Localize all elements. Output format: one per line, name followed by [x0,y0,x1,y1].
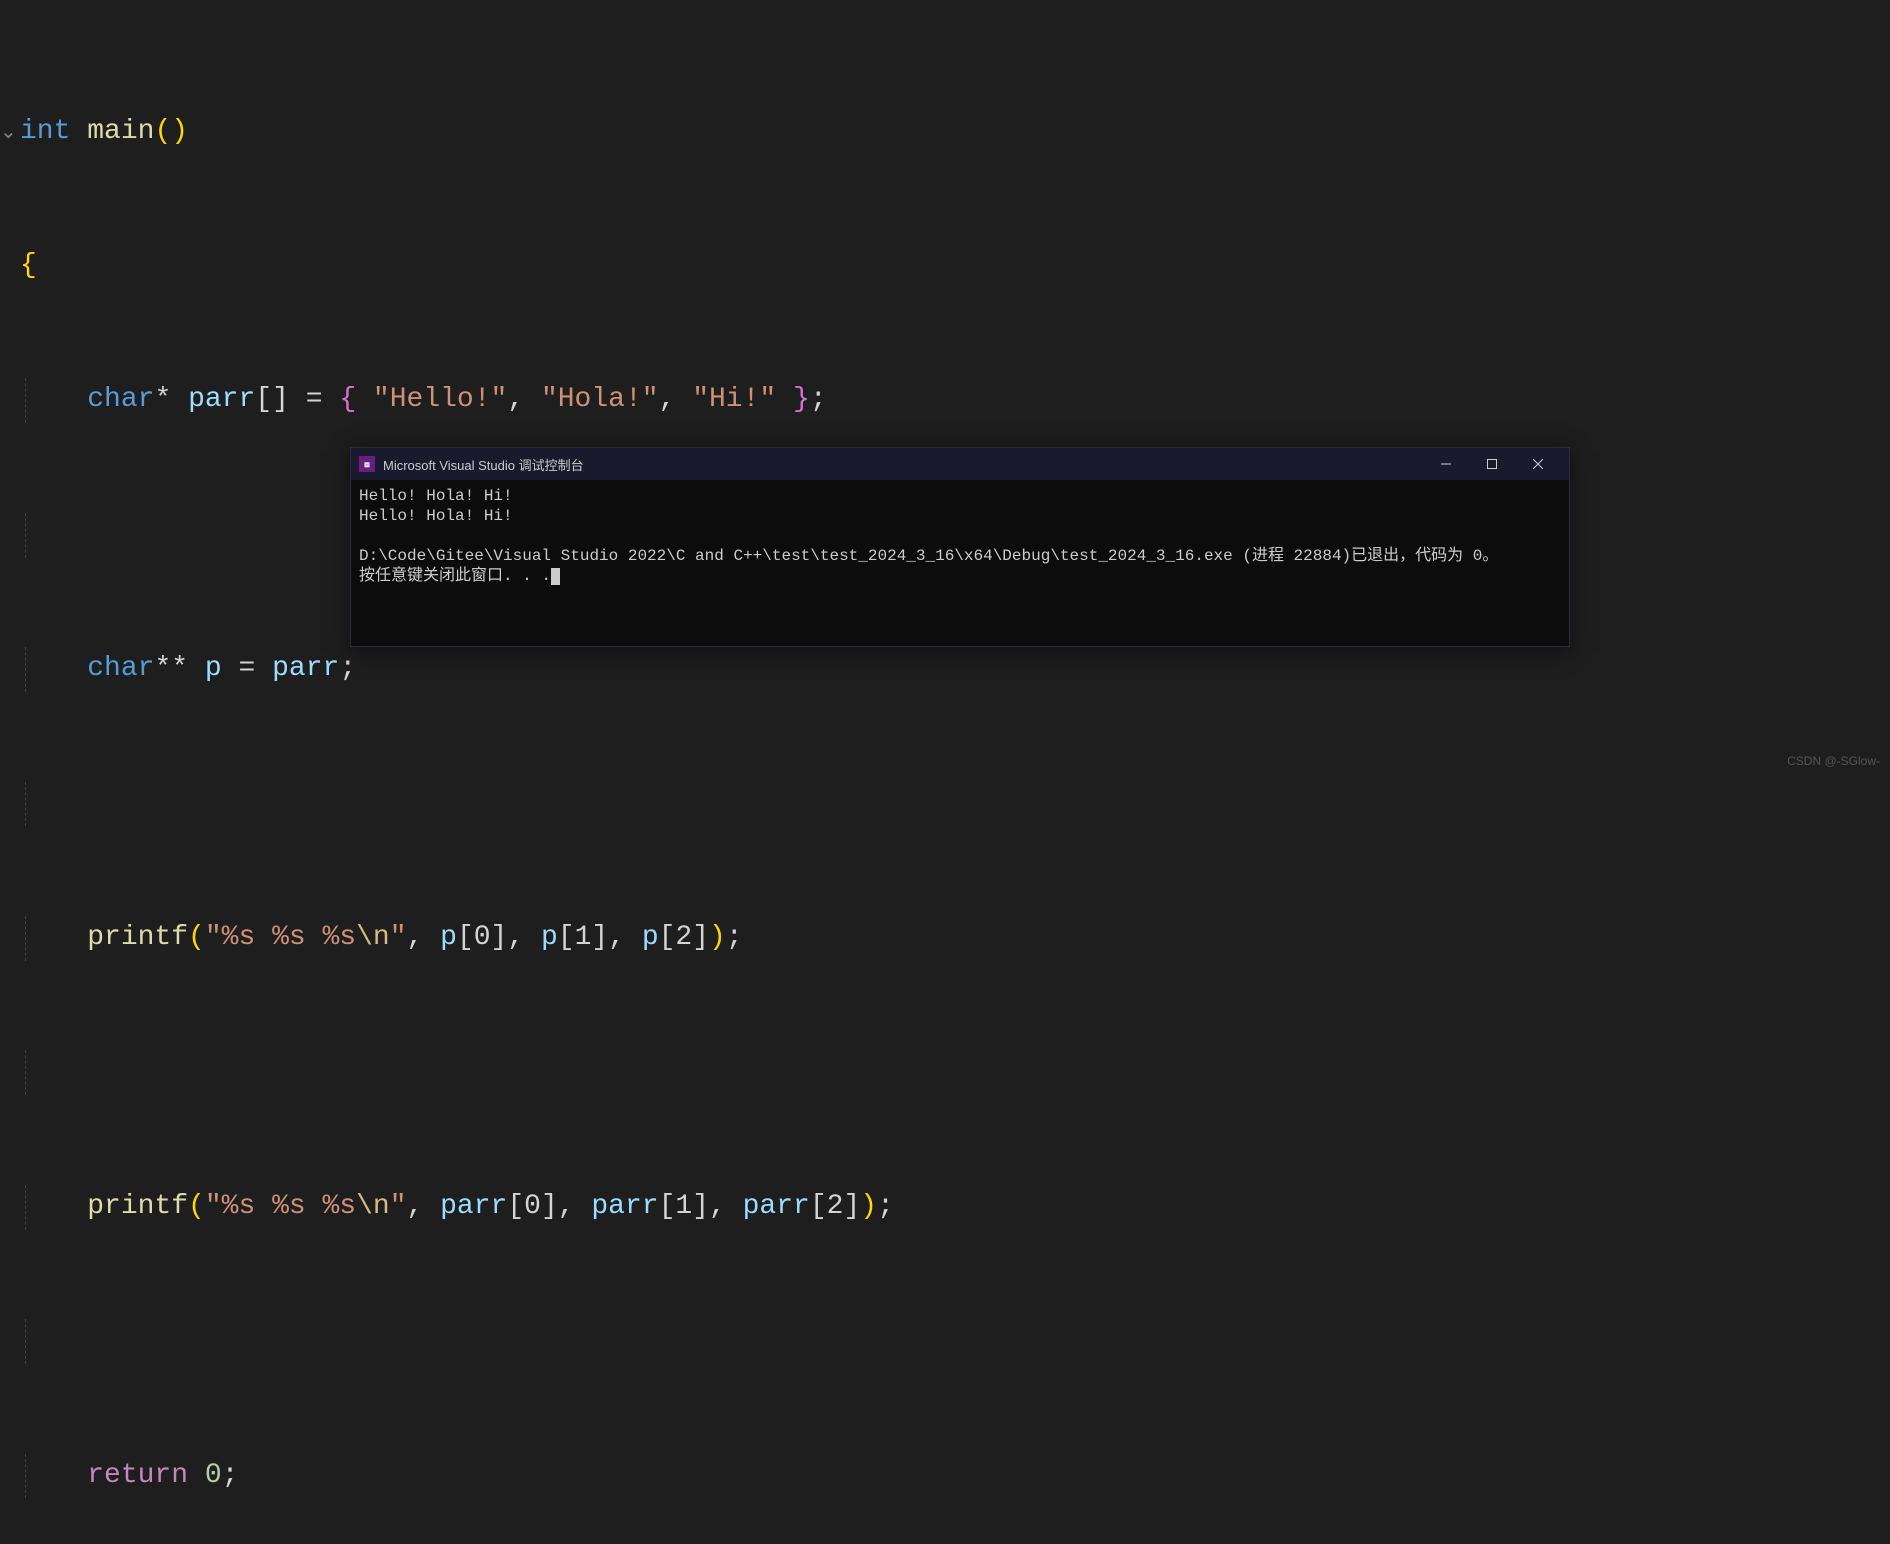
terminal-title: Microsoft Visual Studio 调试控制台 [383,455,1423,474]
vs-icon: ⧈ [359,456,375,472]
indent-guide [25,1319,26,1364]
operator: ** [154,653,188,684]
paren: ) [860,1191,877,1222]
identifier: parr [591,1191,658,1222]
output-line: Hello! Hola! Hi! [359,507,513,525]
minimize-button[interactable] [1423,448,1469,480]
brace-open: { [20,250,37,281]
comma: , [709,1191,743,1222]
code-line[interactable]: char* parr[] = { "Hello!", "Hola!", "Hi!… [0,378,1890,423]
string-literal: "Hello!" [373,384,507,415]
fold-icon[interactable]: ⌄ [0,118,17,150]
keyword: return [87,1460,188,1491]
operator: * [154,384,171,415]
close-button[interactable] [1515,448,1561,480]
window-controls [1423,448,1561,480]
output-line: Hello! Hola! Hi! [359,487,513,505]
comma: , [407,922,441,953]
identifier: parr [272,653,339,684]
string-literal: " [390,1191,407,1222]
keyword: char [87,384,154,415]
identifier: parr [188,384,255,415]
terminal-output[interactable]: Hello! Hola! Hi! Hello! Hola! Hi! D:\Cod… [351,480,1569,592]
indent-guide [25,647,26,692]
indent-guide [25,782,26,827]
comma: , [608,922,642,953]
string-literal: " [390,922,407,953]
escape-sequence: \n [356,1191,390,1222]
identifier: p [440,922,457,953]
comma: , [558,1191,592,1222]
output-line: 按任意键关闭此窗口. . . [359,567,551,585]
number: 0 [205,1460,222,1491]
code-editor[interactable]: ⌄int main() { char* parr[] = { "Hello!",… [0,0,1890,1544]
space [188,1460,205,1491]
output-line: D:\Code\Gitee\Visual Studio 2022\C and C… [359,547,1498,565]
semicolon: ; [339,653,356,684]
identifier: p [642,922,659,953]
terminal-titlebar[interactable]: ⧈ Microsoft Visual Studio 调试控制台 [351,448,1569,480]
brace: } [776,384,810,415]
index: [1] [659,1191,709,1222]
identifier: parr [440,1191,507,1222]
escape-sequence: \n [356,922,390,953]
identifier: p [205,653,222,684]
string-literal: "%s %s %s [205,1191,356,1222]
indent-guide [25,916,26,961]
comma: , [507,384,541,415]
string-literal: "Hola!" [541,384,659,415]
comma: , [407,1191,441,1222]
index: [2] [659,922,709,953]
semicolon: ; [222,1460,239,1491]
terminal-cursor [551,568,560,585]
code-line[interactable] [0,1050,1890,1095]
maximize-button[interactable] [1469,448,1515,480]
brace: { [339,384,373,415]
string-literal: "Hi!" [692,384,776,415]
paren: ( [188,1191,205,1222]
semicolon: ; [726,922,743,953]
keyword: int [20,116,70,147]
index: [2] [810,1191,860,1222]
paren: ) [709,922,726,953]
indent-guide [25,1050,26,1095]
semicolon: ; [810,384,827,415]
watermark: CSDN @-SGlow- [1787,754,1880,768]
index: [0] [457,922,507,953]
function-name: main [87,116,154,147]
keyword: char [87,653,154,684]
index: [0] [507,1191,557,1222]
comma: , [659,384,693,415]
comma: , [507,922,541,953]
brackets: [] [255,384,289,415]
code-line[interactable] [0,782,1890,827]
code-line[interactable] [0,1319,1890,1364]
code-line[interactable]: printf("%s %s %s\n", parr[0], parr[1], p… [0,1185,1890,1230]
operator: = [289,384,339,415]
code-line[interactable]: char** p = parr; [0,647,1890,692]
indent-guide [25,378,26,423]
indent-guide [25,513,26,558]
function-name: printf [87,922,188,953]
terminal-window[interactable]: ⧈ Microsoft Visual Studio 调试控制台 Hello! H… [350,447,1570,647]
index: [1] [558,922,608,953]
string-literal: "%s %s %s [205,922,356,953]
operator: = [222,653,272,684]
identifier: parr [743,1191,810,1222]
function-name: printf [87,1191,188,1222]
indent-guide [25,1185,26,1230]
code-line[interactable]: return 0; [0,1454,1890,1499]
paren: ( [188,922,205,953]
indent-guide [25,1454,26,1499]
code-line[interactable]: ⌄int main() [0,110,1890,155]
identifier: p [541,922,558,953]
code-line[interactable]: printf("%s %s %s\n", p[0], p[1], p[2]); [0,916,1890,961]
semicolon: ; [877,1191,894,1222]
code-line[interactable]: { [0,244,1890,289]
parens: () [154,116,188,147]
